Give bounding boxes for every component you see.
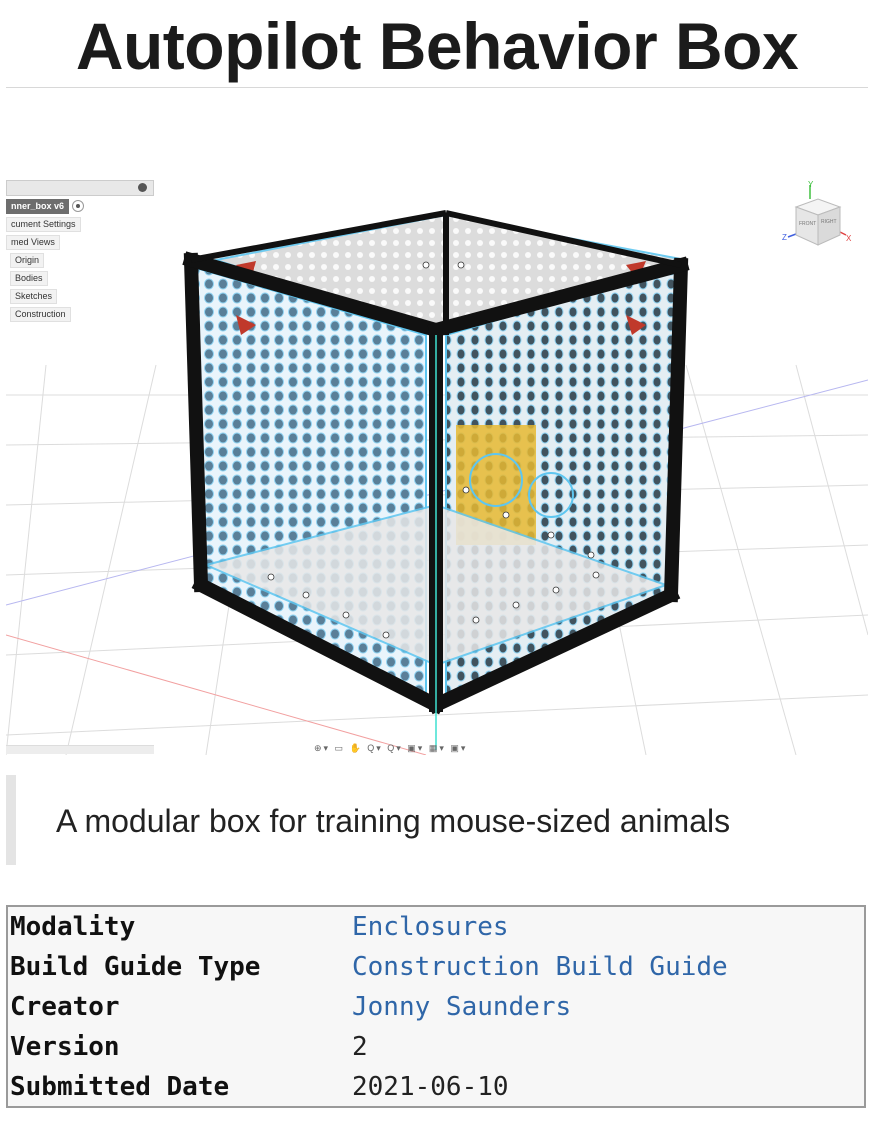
metadata-key: Build Guide Type [10, 952, 261, 982]
tagline-blockquote: A modular box for training mouse-sized a… [6, 775, 868, 865]
view-cube-right[interactable]: RIGHT [821, 219, 837, 225]
tagline: A modular box for training mouse-sized a… [56, 803, 731, 839]
build-guide-type-link[interactable]: Construction Build Guide [352, 947, 728, 987]
metadata-key: Creator [10, 992, 120, 1022]
browser-item-bodies[interactable]: Bodies [10, 271, 48, 286]
browser-item-document-settings[interactable]: cument Settings [6, 217, 81, 232]
metadata-key: Submitted Date [10, 1072, 230, 1102]
version-value: 2 [352, 1032, 368, 1062]
metadata-key: Modality [10, 912, 136, 942]
navigation-toolbar[interactable]: ⊕▾ ▭ ✋ Q▾ Q▾ ▣▾ ▦▾ ▣▾ [314, 743, 467, 755]
browser-panel: nner_box v6 cument Settings med Views Or… [6, 180, 154, 322]
browser-item-sketches[interactable]: Sketches [10, 289, 58, 304]
metadata-row-build-guide-type: Build Guide Type Construction Build Guid… [8, 947, 864, 987]
browser-item-named-views[interactable]: med Views [6, 235, 60, 250]
title-divider [6, 87, 868, 88]
metadata-key: Version [10, 1032, 120, 1062]
metadata-row-submitted-date: Submitted Date 2021-06-10 [8, 1067, 864, 1107]
browser-item-origin[interactable]: Origin [10, 253, 45, 268]
axis-y-label: Y [808, 180, 814, 189]
submitted-date-value: 2021-06-10 [352, 1072, 509, 1102]
active-component-icon[interactable] [72, 199, 85, 212]
metadata-row-version: Version 2 [8, 1027, 864, 1067]
modality-link[interactable]: Enclosures [352, 907, 509, 947]
metadata-table: Modality Enclosures Build Guide Type Con… [6, 905, 866, 1108]
view-cube[interactable]: Y Z X FRONT RIGHT [782, 179, 854, 259]
creator-link[interactable]: Jonny Saunders [352, 987, 571, 1027]
collapse-icon[interactable] [138, 183, 147, 192]
axis-z-label: Z [782, 233, 787, 242]
cad-viewport[interactable]: nner_box v6 cument Settings med Views Or… [6, 165, 868, 755]
browser-root-item[interactable]: nner_box v6 [6, 199, 70, 214]
axis-x-label: X [846, 234, 852, 243]
page-title: Autopilot Behavior Box [75, 9, 799, 83]
browser-header[interactable] [6, 180, 154, 196]
metadata-row-creator: Creator Jonny Saunders [8, 987, 864, 1027]
metadata-row-modality: Modality Enclosures [8, 907, 864, 947]
browser-footer [6, 745, 154, 754]
blockquote-bar [6, 775, 16, 865]
browser-item-construction[interactable]: Construction [10, 307, 71, 322]
view-cube-front[interactable]: FRONT [799, 221, 816, 227]
